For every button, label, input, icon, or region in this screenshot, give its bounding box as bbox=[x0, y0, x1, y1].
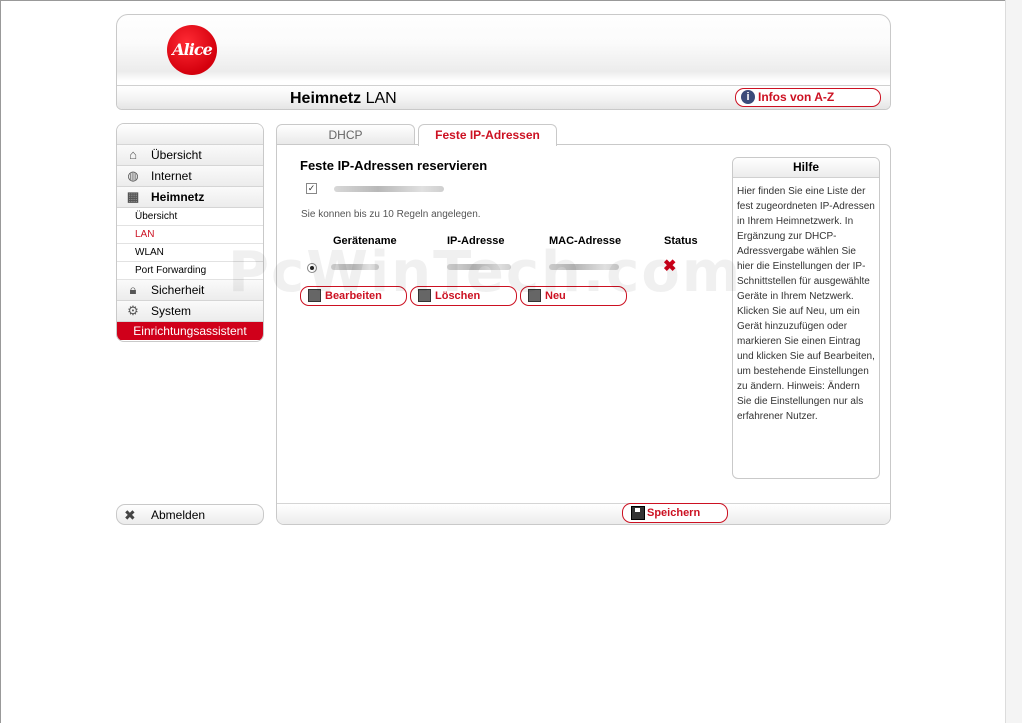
status-error-icon: ✖ bbox=[663, 258, 677, 275]
sidebar-top bbox=[117, 124, 263, 145]
network-icon: ▦ bbox=[126, 189, 140, 204]
globe-icon: ◍ bbox=[127, 168, 139, 183]
delete-label: Löschen bbox=[435, 290, 481, 302]
sidebar-item-security[interactable]: 🔒︎ Sicherheit bbox=[117, 280, 263, 301]
edit-icon bbox=[308, 289, 321, 302]
infos-a-z-button[interactable]: i Infos von A-Z bbox=[735, 88, 881, 107]
page-title-page: LAN bbox=[361, 90, 397, 107]
sidebar-item-label: Übersicht bbox=[151, 148, 202, 162]
lock-icon: 🔒︎ bbox=[129, 282, 137, 297]
rules-hint: Sie konnen bis zu 10 Regeln angelegen. bbox=[301, 209, 481, 220]
save-button[interactable]: Speichern bbox=[622, 503, 728, 523]
new-label: Neu bbox=[545, 290, 566, 302]
tab-dhcp[interactable]: DHCP bbox=[276, 124, 415, 145]
delete-button[interactable]: Löschen bbox=[410, 286, 517, 306]
trash-icon bbox=[418, 289, 431, 302]
sidebar-nav: ⌂ Übersicht ◍ Internet ▦ Heimnetz Übersi… bbox=[116, 123, 264, 342]
new-button[interactable]: Neu bbox=[520, 286, 627, 306]
sidebar-subitem-port-forwarding[interactable]: Port Forwarding bbox=[117, 262, 263, 280]
column-header-mac: MAC-Adresse bbox=[549, 235, 622, 247]
content-footer: Speichern bbox=[277, 503, 890, 524]
setup-wizard-button[interactable]: Einrichtungsassistent bbox=[117, 322, 263, 340]
sidebar-item-overview[interactable]: ⌂ Übersicht bbox=[117, 145, 263, 166]
redacted-device-name bbox=[331, 264, 379, 270]
page-title: Heimnetz LAN bbox=[290, 90, 397, 108]
window-frame-left bbox=[0, 0, 1, 723]
sidebar-item-label: Sicherheit bbox=[151, 283, 205, 297]
info-icon: i bbox=[741, 90, 755, 104]
sidebar-subitem-lan[interactable]: LAN bbox=[117, 226, 263, 244]
help-text: Hier finden Sie eine Liste der fest zuge… bbox=[737, 186, 875, 422]
edit-button[interactable]: Bearbeiten bbox=[300, 286, 407, 306]
save-label: Speichern bbox=[647, 507, 701, 519]
page-header: Alice Heimnetz LAN i Infos von A-Z bbox=[116, 14, 891, 110]
new-icon bbox=[528, 289, 541, 302]
logout-label: Abmelden bbox=[151, 508, 206, 522]
sidebar-subitem-wlan[interactable]: WLAN bbox=[117, 244, 263, 262]
redacted-mac-address bbox=[549, 264, 619, 270]
sidebar-item-system[interactable]: ⚙ System bbox=[117, 301, 263, 322]
help-panel: Hilfe Hier finden Sie eine Liste der fes… bbox=[732, 157, 880, 479]
redacted-ip-address bbox=[447, 264, 511, 270]
sidebar-item-label: System bbox=[151, 304, 192, 318]
tab-fixed-ip[interactable]: Feste IP-Adressen bbox=[418, 124, 557, 146]
column-header-device: Gerätename bbox=[333, 235, 397, 247]
main-content: Feste IP-Adressen reservieren ✓ Sie konn… bbox=[276, 144, 891, 525]
window-frame-top bbox=[0, 0, 1022, 1]
row-select-radio[interactable] bbox=[307, 263, 317, 273]
page-title-section: Heimnetz bbox=[290, 90, 362, 107]
gear-icon: ⚙ bbox=[127, 303, 139, 318]
enable-checkbox[interactable]: ✓ bbox=[306, 183, 317, 194]
sidebar-subitem-overview[interactable]: Übersicht bbox=[117, 208, 263, 226]
sidebar-item-heimnetz[interactable]: ▦ Heimnetz bbox=[117, 187, 263, 208]
redacted-checkbox-label bbox=[334, 186, 444, 192]
help-title: Hilfe bbox=[733, 158, 879, 178]
logout-icon: ✖ bbox=[124, 507, 136, 523]
sidebar-item-label: Heimnetz bbox=[151, 190, 205, 204]
infos-a-z-label: Infos von A-Z bbox=[758, 90, 835, 104]
sidebar-item-internet[interactable]: ◍ Internet bbox=[117, 166, 263, 187]
column-header-status: Status bbox=[664, 235, 698, 247]
alice-logo[interactable]: Alice bbox=[167, 25, 217, 75]
home-icon: ⌂ bbox=[129, 147, 137, 162]
save-icon bbox=[631, 506, 645, 520]
section-title: Feste IP-Adressen reservieren bbox=[300, 158, 488, 173]
logout-button[interactable]: ✖ Abmelden bbox=[116, 504, 264, 525]
edit-label: Bearbeiten bbox=[325, 290, 382, 302]
vertical-scrollbar[interactable] bbox=[1005, 0, 1022, 723]
column-header-ip: IP-Adresse bbox=[447, 235, 505, 247]
sidebar-item-label: Internet bbox=[151, 169, 192, 183]
